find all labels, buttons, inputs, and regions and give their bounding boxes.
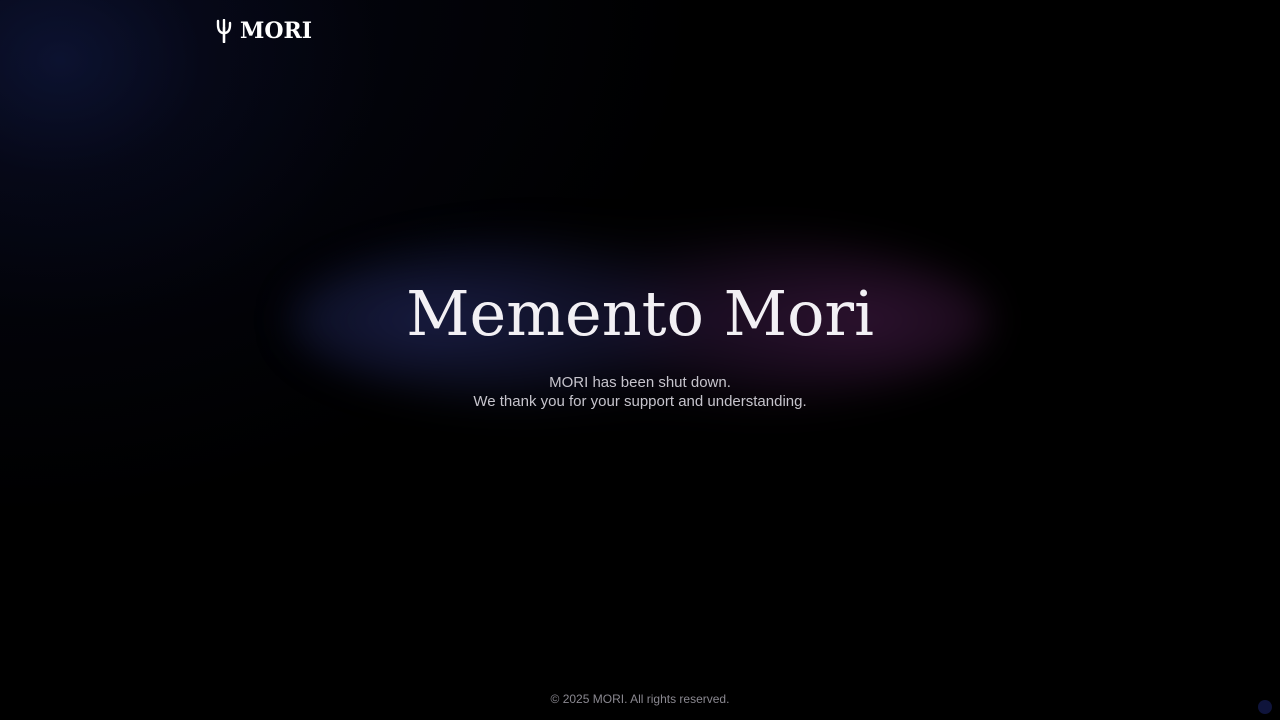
shutdown-line: MORI has been shut down. <box>549 374 731 391</box>
tree-icon <box>216 19 232 43</box>
page-title: Memento Mori <box>406 277 874 350</box>
corner-badge <box>1258 700 1272 714</box>
footer-copyright: © 2025 MORI. All rights reserved. <box>550 692 730 706</box>
thank-you-line: We thank you for your support and unders… <box>473 393 807 410</box>
page: MORI Memento Mori MORI has been shut dow… <box>0 0 1280 720</box>
shutdown-message: MORI has been shut down. We thank you fo… <box>0 373 1280 411</box>
badge-icon <box>1258 700 1272 714</box>
logo-text: MORI <box>240 18 313 44</box>
logo-link[interactable]: MORI <box>214 16 312 46</box>
